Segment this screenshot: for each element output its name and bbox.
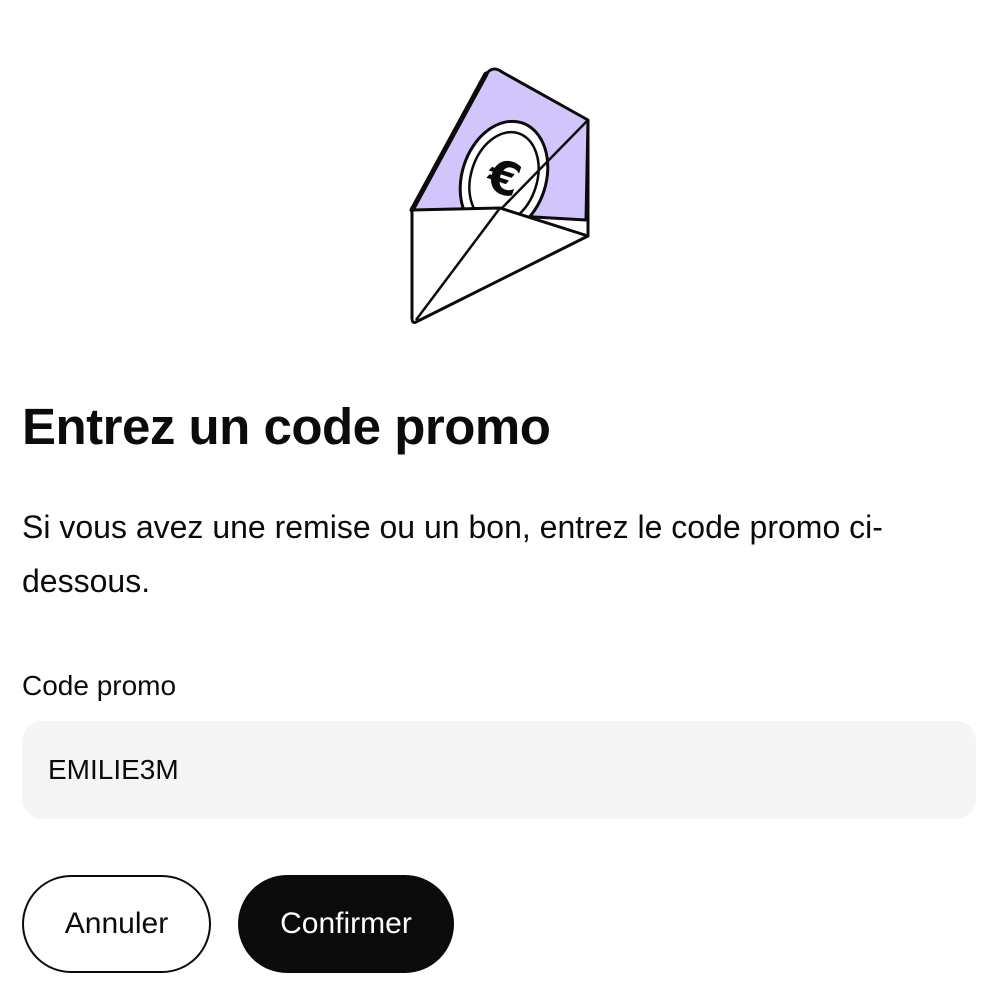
promo-code-dialog: € Entrez un code promo Si vous avez une … (0, 0, 1000, 1000)
promo-code-input[interactable] (22, 721, 976, 819)
dialog-description: Si vous avez une remise ou un bon, entre… (22, 509, 883, 599)
confirm-button[interactable]: Confirmer (238, 875, 454, 973)
dialog-title: Entrez un code promo (22, 398, 551, 455)
cancel-button[interactable]: Annuler (22, 875, 211, 973)
promo-code-label: Code promo (22, 670, 177, 701)
envelope-euro-icon: € (409, 67, 590, 324)
